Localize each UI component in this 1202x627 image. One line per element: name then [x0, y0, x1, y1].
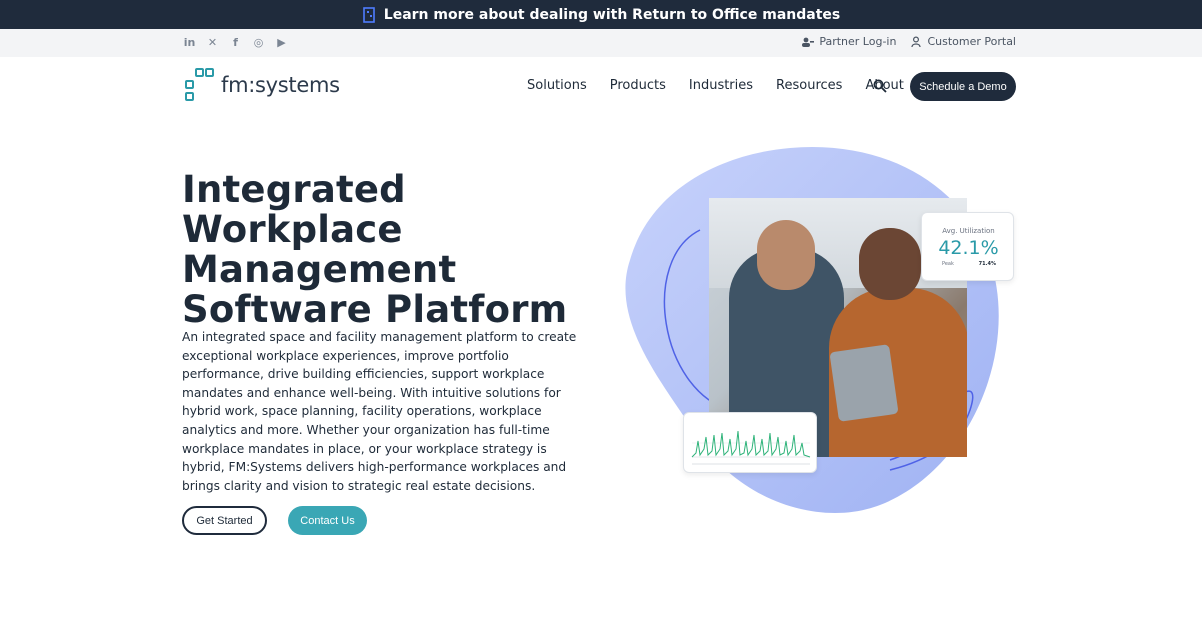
- main-nav: fm:systems Solutions Products Industries…: [0, 57, 1202, 117]
- occupancy-sparkline: [691, 430, 811, 465]
- hero-body: An integrated space and facility managem…: [182, 330, 577, 493]
- get-started-button[interactable]: Get Started: [182, 506, 267, 535]
- nav-item-industries[interactable]: Industries: [689, 78, 753, 93]
- utilization-value: 42.1%: [938, 237, 999, 259]
- nav-menu: Solutions Products Industries Resources …: [527, 78, 904, 93]
- announcement-text[interactable]: Learn more about dealing with Return to …: [384, 7, 840, 23]
- linkedin-icon[interactable]: in: [183, 36, 196, 49]
- utility-bar: in ✕ f ◎ ▶ Partner Log-in Customer Porta…: [0, 29, 1202, 57]
- hero-title: Integrated Workplace Management Software…: [182, 168, 568, 331]
- contact-us-button[interactable]: Contact Us: [288, 506, 367, 535]
- instagram-icon[interactable]: ◎: [252, 36, 265, 49]
- customer-portal-link[interactable]: Customer Portal: [910, 35, 1016, 48]
- announcement-bar[interactable]: Learn more about dealing with Return to …: [0, 0, 1202, 29]
- occupancy-chart-card: [683, 412, 817, 473]
- logo-mark-icon: [185, 68, 215, 102]
- utilization-card: Avg. Utilization 42.1% Peak 71.4%: [921, 212, 1014, 281]
- x-icon[interactable]: ✕: [206, 36, 219, 49]
- search-icon[interactable]: [873, 79, 887, 93]
- social-links: in ✕ f ◎ ▶: [183, 36, 288, 49]
- nav-item-products[interactable]: Products: [610, 78, 666, 93]
- partner-icon: [802, 37, 815, 47]
- nav-item-resources[interactable]: Resources: [776, 78, 842, 93]
- facebook-icon[interactable]: f: [229, 36, 242, 49]
- logo-text: fm:systems: [221, 73, 340, 97]
- partner-login-link[interactable]: Partner Log-in: [802, 35, 896, 48]
- nav-item-solutions[interactable]: Solutions: [527, 78, 587, 93]
- peak-value: 71.4%: [978, 261, 996, 267]
- utilization-label: Avg. Utilization: [942, 227, 995, 235]
- peak-label: Peak: [942, 261, 954, 267]
- youtube-icon[interactable]: ▶: [275, 36, 288, 49]
- building-icon: [362, 6, 375, 23]
- utility-links: Partner Log-in Customer Portal: [802, 35, 1016, 48]
- schedule-demo-button[interactable]: Schedule a Demo: [910, 72, 1016, 101]
- logo[interactable]: fm:systems: [185, 68, 340, 102]
- user-icon: [911, 35, 922, 47]
